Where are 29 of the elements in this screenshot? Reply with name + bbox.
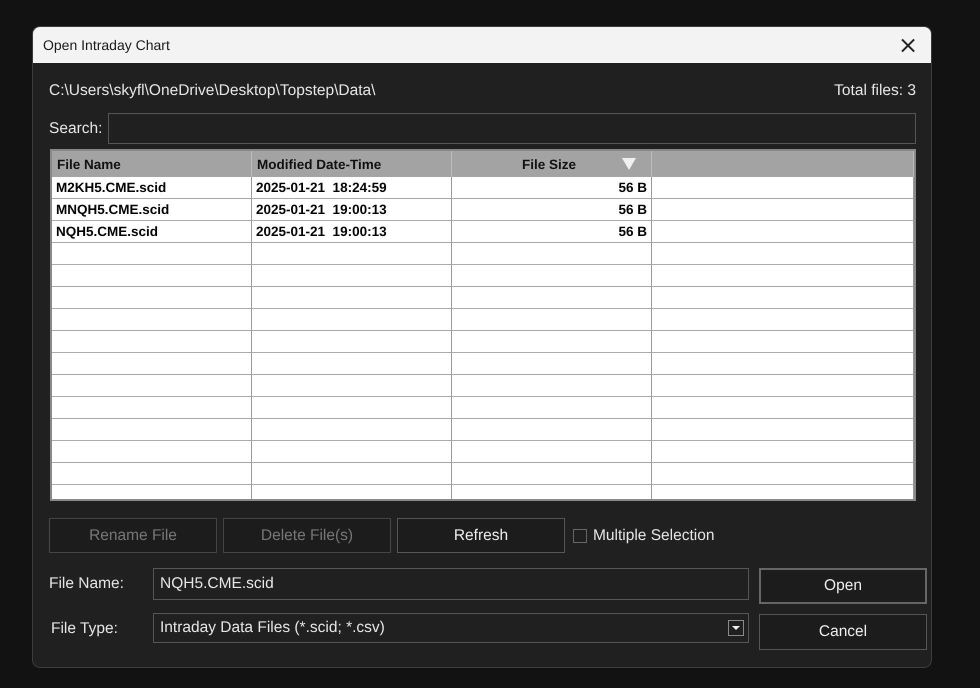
table-cell[interactable]: NQH5.CME.scid xyxy=(52,221,252,243)
folder-path: C:\Users\skyfl\OneDrive\Desktop\Topstep\Data\ xyxy=(49,82,376,101)
total-files: Total files: 3 xyxy=(834,82,916,101)
file-name-label: File Name: xyxy=(49,575,125,593)
table-cell[interactable]: 56 B xyxy=(452,221,652,243)
close-button[interactable]: × xyxy=(885,27,931,63)
dialog-button[interactable]: Cancel xyxy=(759,614,927,650)
table-cell[interactable]: 2025-01-21 19:00:13 xyxy=(252,199,452,221)
checkbox-label: Multiple Selection xyxy=(593,526,714,544)
table-cell[interactable]: 2025-01-21 19:00:13 xyxy=(252,221,452,243)
window-title: Open Intraday Chart xyxy=(43,37,170,53)
table-cell[interactable]: M2KH5.CME.scid xyxy=(52,177,252,199)
table-cell[interactable]: 56 B xyxy=(452,199,652,221)
dropdown-icon xyxy=(728,620,744,636)
column-header[interactable]: File Size xyxy=(452,151,652,177)
checkbox[interactable] xyxy=(573,528,587,542)
dialog-button[interactable]: Open xyxy=(759,568,927,604)
search-label: Search: xyxy=(49,120,102,138)
file-type-dropdown[interactable]: Intraday Data Files (*.scid; *.csv) xyxy=(153,613,749,643)
action-button[interactable]: Refresh xyxy=(397,518,565,553)
column-header[interactable]: File Name xyxy=(52,151,252,177)
table-cell[interactable]: 56 B xyxy=(452,177,652,199)
table-cell[interactable]: 2025-01-21 18:24:59 xyxy=(252,177,452,199)
search-field[interactable] xyxy=(108,113,916,144)
column-header[interactable]: Modified Date-Time xyxy=(252,151,452,177)
table-cell[interactable]: MNQH5.CME.scid xyxy=(52,199,252,221)
file-name-field[interactable]: NQH5.CME.scid xyxy=(153,568,749,600)
file-type-label: File Type: xyxy=(51,620,119,638)
sort-icon xyxy=(622,158,636,170)
